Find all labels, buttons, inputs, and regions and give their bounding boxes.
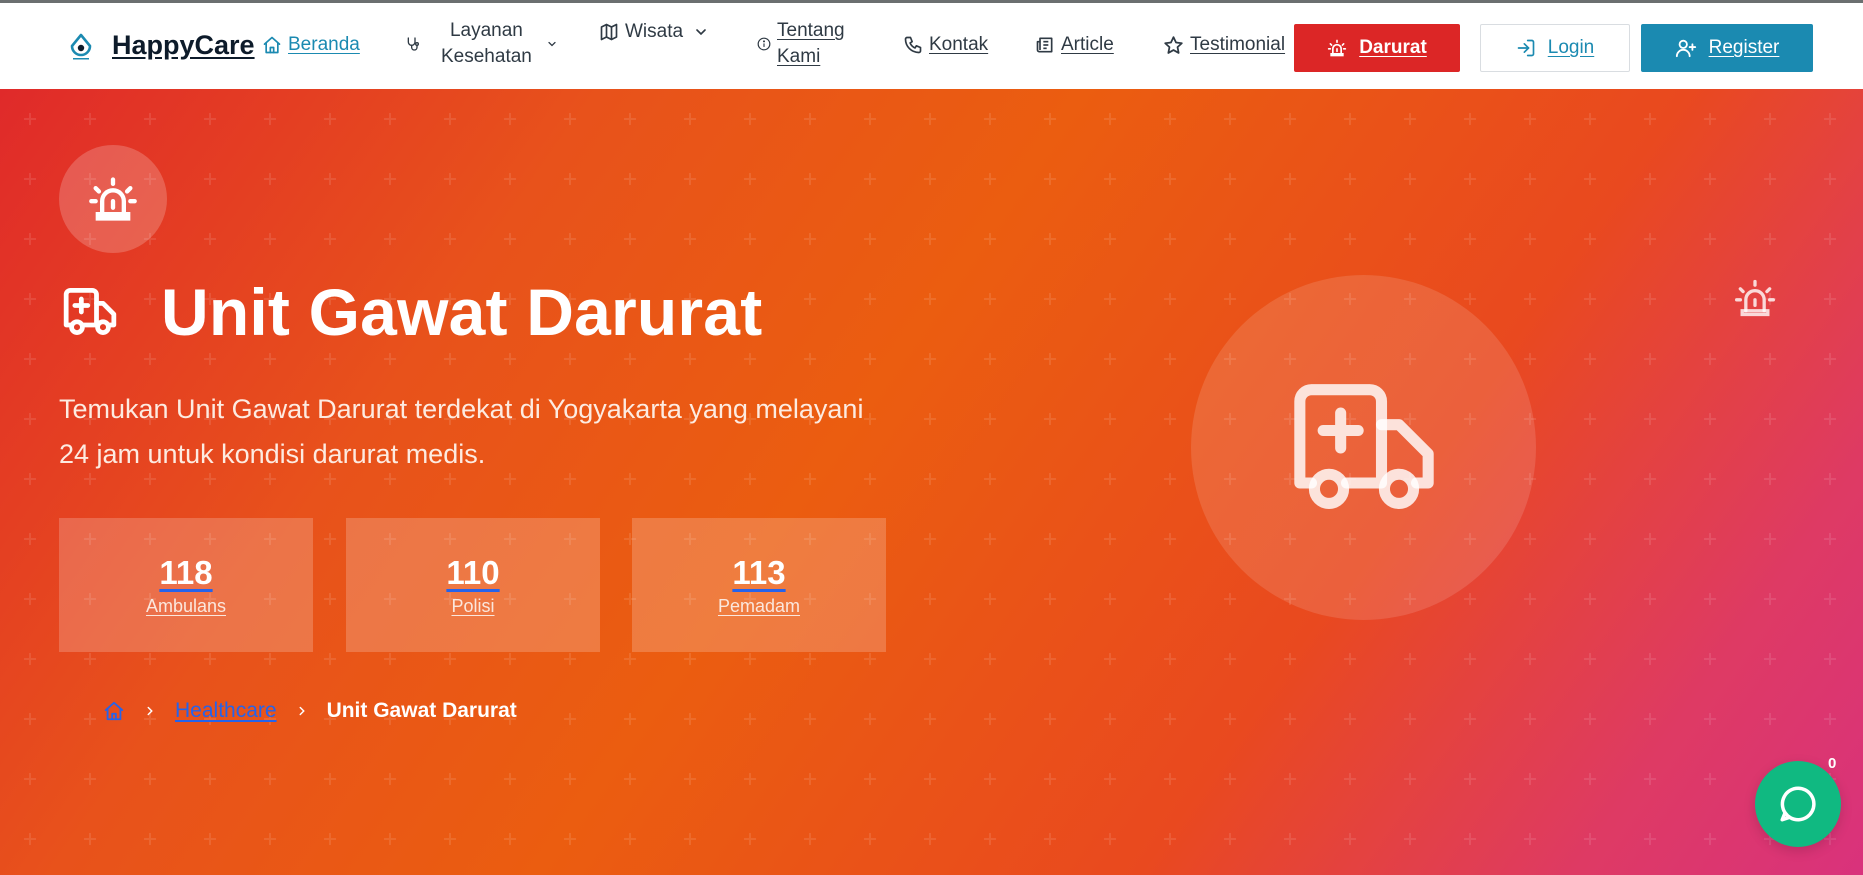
nav-layanan-line2: Kesehatan — [441, 46, 532, 67]
stat-label: Pemadam — [717, 595, 801, 616]
chevron-down-icon — [696, 29, 706, 36]
nav-beranda[interactable]: Beranda — [262, 34, 360, 56]
stat-card-ambulans[interactable]: 118 Ambulans — [59, 518, 313, 652]
chat-bubble-icon — [1780, 786, 1816, 822]
nav-tentang-kami[interactable]: Tentang Kami — [757, 18, 845, 70]
nav-article[interactable]: Article — [1035, 34, 1114, 56]
user-plus-icon — [1675, 39, 1696, 58]
hero-section: Unit Gawat Darurat Temukan Unit Gawat Da… — [0, 89, 1863, 875]
nav-wisata-label: Wisata — [625, 21, 684, 42]
home-icon[interactable] — [103, 700, 125, 722]
chevron-right-icon — [143, 704, 157, 718]
nav-layanan-kesehatan[interactable]: Layanan Kesehatan — [405, 18, 558, 70]
stat-card-pemadam[interactable]: 113 Pemadam — [632, 518, 886, 652]
chat-notification-badge: 0 — [1828, 755, 1837, 772]
register-label: Register — [1708, 37, 1780, 58]
ambulance-icon — [63, 287, 117, 335]
hero-subtitle: Temukan Unit Gawat Darurat terdekat di Y… — [59, 394, 864, 469]
stethoscope-icon — [407, 37, 419, 51]
chevron-down-icon — [548, 41, 556, 47]
nav-kontak[interactable]: Kontak — [903, 34, 988, 56]
nav-layanan-line1: Layanan — [449, 20, 523, 41]
home-icon — [263, 36, 281, 54]
phone-icon — [904, 36, 922, 54]
stat-number[interactable]: 110 — [446, 554, 499, 592]
chat-button[interactable] — [1755, 761, 1841, 847]
breadcrumb-healthcare[interactable]: Healthcare — [175, 699, 277, 723]
register-button[interactable]: Register — [1641, 24, 1813, 72]
chevron-right-icon — [295, 704, 309, 718]
breadcrumb: Healthcare Unit Gawat Darurat — [103, 699, 517, 723]
siren-icon — [1735, 279, 1775, 317]
stat-number[interactable]: 113 — [732, 554, 785, 592]
nav-tentang-line2[interactable]: Kami — [777, 46, 820, 67]
ambulance-icon — [1293, 383, 1434, 509]
nav-kontak-label[interactable]: Kontak — [929, 34, 988, 56]
stat-label: Polisi — [451, 595, 495, 616]
nav-testimonial[interactable]: Testimonial — [1163, 34, 1285, 56]
siren-icon — [1328, 39, 1347, 57]
nav-article-label[interactable]: Article — [1061, 34, 1114, 56]
stat-number[interactable]: 118 — [159, 554, 212, 592]
nav-tentang-line1[interactable]: Tentang — [777, 20, 845, 41]
login-label: Login — [1547, 37, 1595, 58]
brand-name: HappyCare — [112, 30, 255, 60]
breadcrumb-current: Unit Gawat Darurat — [326, 699, 517, 722]
info-icon — [757, 37, 771, 51]
siren-icon — [89, 177, 137, 221]
newspaper-icon — [1036, 37, 1053, 53]
hero-title-row: Unit Gawat Darurat — [59, 274, 762, 350]
siren-badge — [59, 145, 167, 253]
stat-card-polisi[interactable]: 110 Polisi — [346, 518, 600, 652]
map-icon — [600, 23, 618, 41]
stat-label: Ambulans — [145, 595, 227, 616]
hero-illustration — [1191, 275, 1536, 620]
page-title: Unit Gawat Darurat — [161, 275, 763, 349]
drop-logo-icon — [70, 33, 92, 59]
plus-pattern-background — [0, 89, 1863, 875]
nav-beranda-label[interactable]: Beranda — [288, 34, 360, 56]
brand-logo[interactable]: HappyCare — [66, 30, 255, 61]
star-icon — [1164, 35, 1183, 54]
nav-wisata[interactable]: Wisata — [599, 21, 709, 43]
site-header: HappyCare Beranda Layanan Kesehatan Wisa… — [0, 3, 1863, 89]
login-button[interactable]: Login — [1480, 24, 1630, 72]
login-icon — [1517, 39, 1535, 57]
nav-testimonial-label[interactable]: Testimonial — [1190, 34, 1285, 56]
darurat-label: Darurat — [1359, 37, 1427, 58]
darurat-button[interactable]: Darurat — [1294, 24, 1460, 72]
